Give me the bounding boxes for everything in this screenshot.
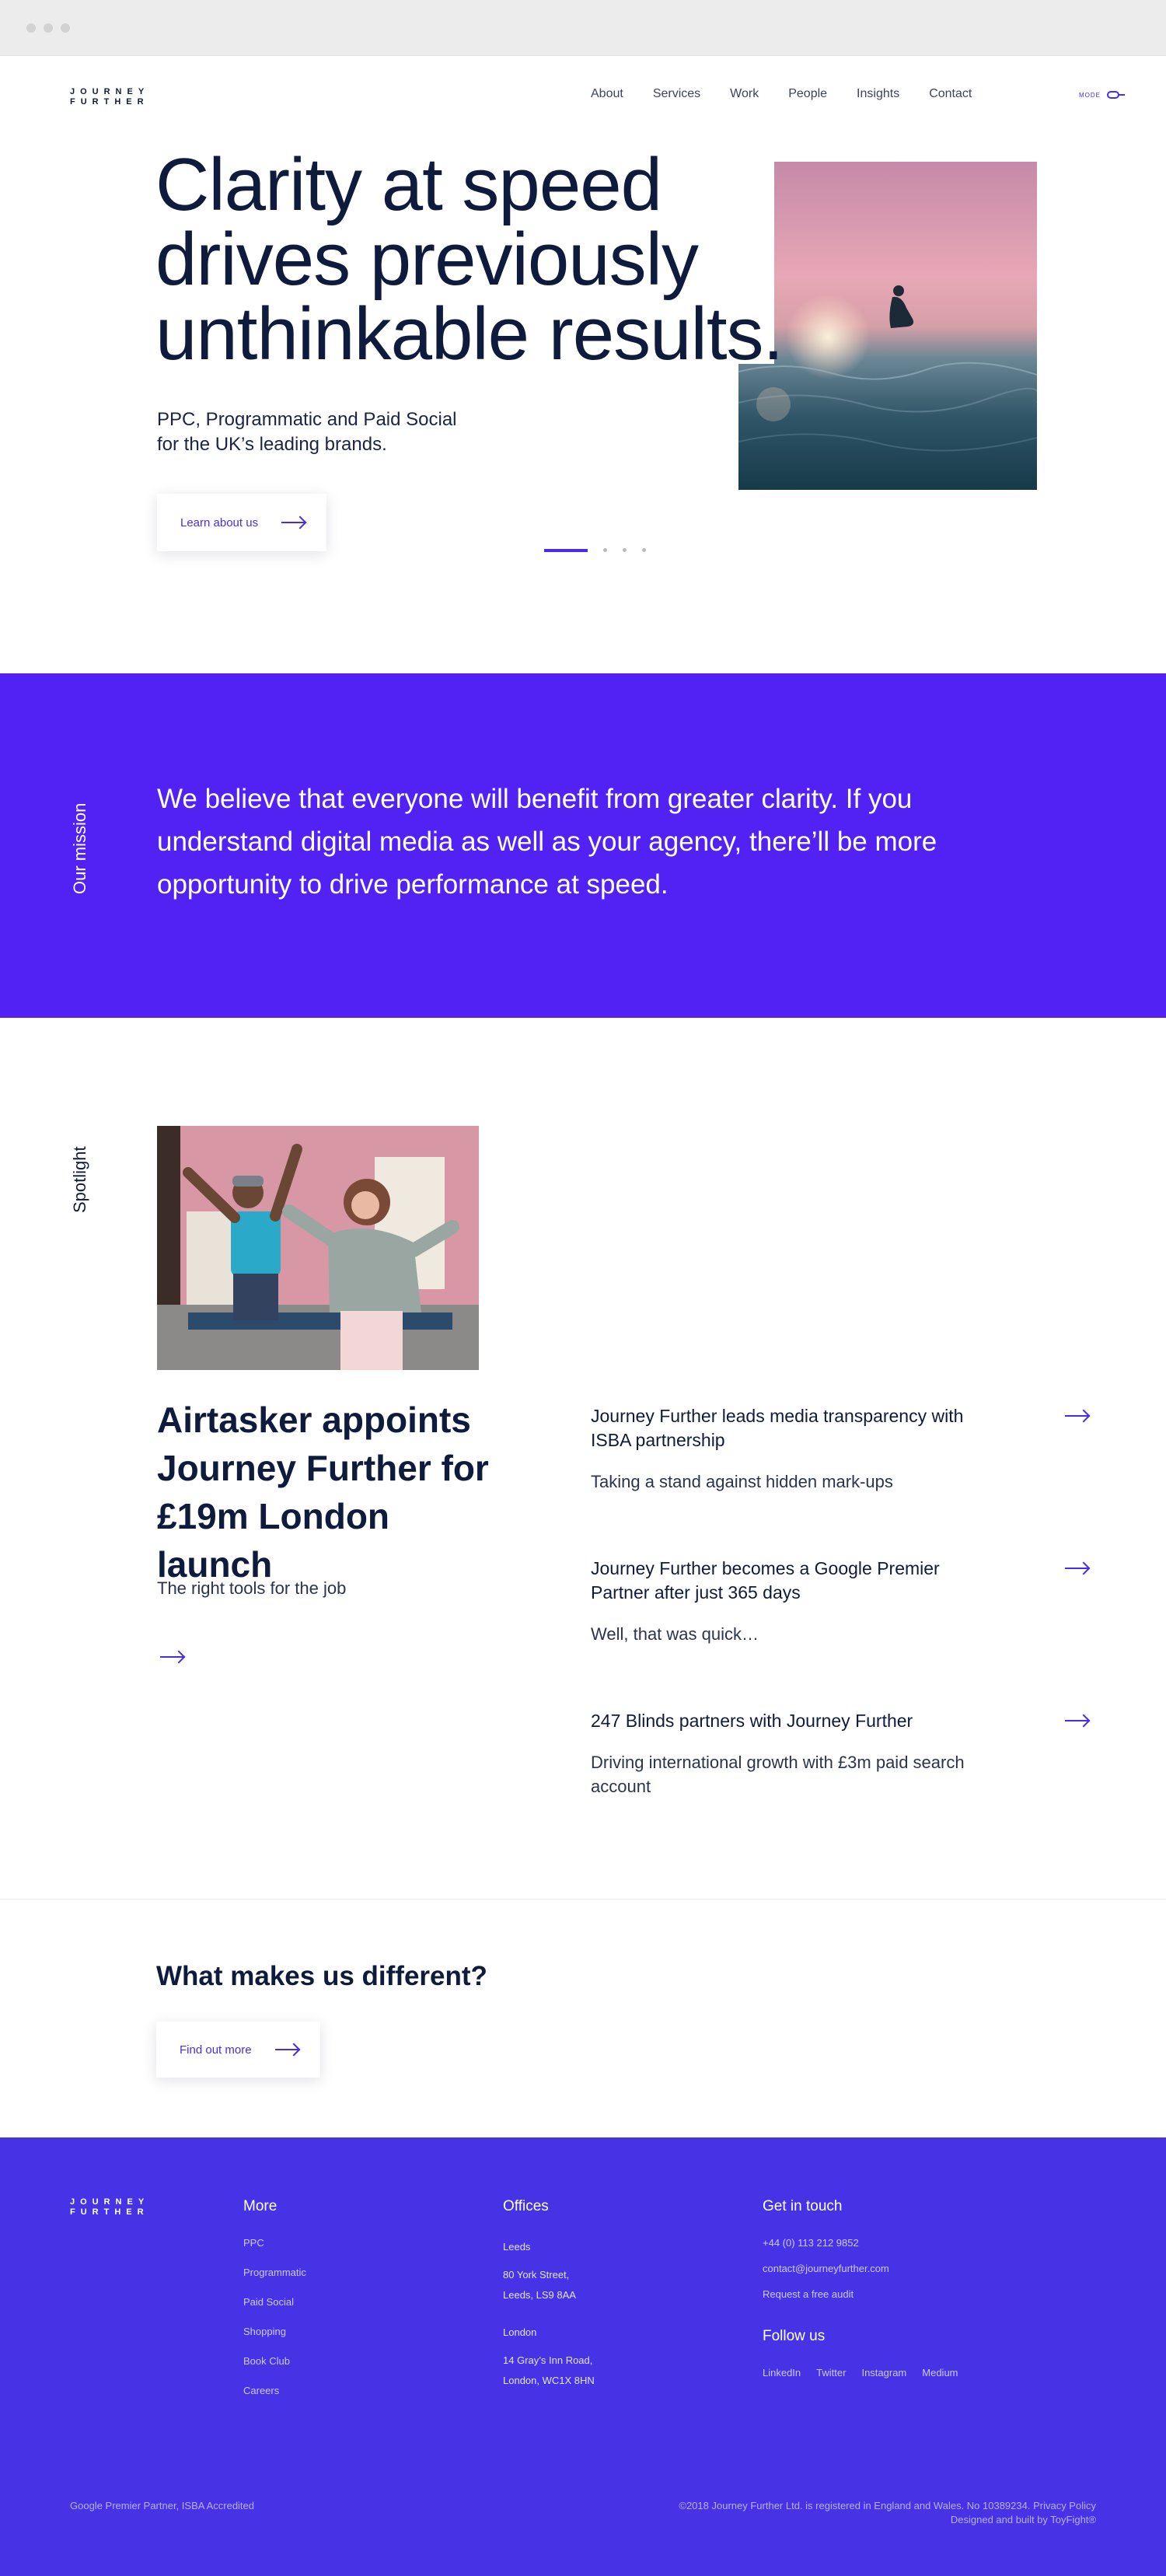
spotlight-featured-title[interactable]: Airtasker appoints Journey Further for £… [157, 1396, 515, 1589]
footer-contact-column: Get in touch +44 (0) 113 212 9852 contac… [763, 2198, 958, 2396]
spotlight-featured-image[interactable] [157, 1126, 479, 1370]
spotlight-label: Spotlight [70, 1146, 89, 1213]
nav-insights[interactable]: Insights [857, 87, 899, 101]
arrow-right-icon[interactable] [1065, 1568, 1088, 1569]
footer-follow-heading: Follow us [763, 2328, 826, 2344]
learn-about-us-label: Learn about us [180, 516, 259, 530]
arrow-right-icon[interactable] [1065, 1720, 1088, 1721]
footer-more-heading: More [243, 2198, 278, 2214]
arrow-right-icon [281, 522, 305, 523]
toggle-icon [1107, 91, 1125, 99]
browser-chrome [0, 0, 1166, 56]
social-links: LinkedIn Twitter Instagram Medium [763, 2367, 958, 2396]
footer-logo-line-2: FURTHER [70, 2207, 149, 2217]
social-linkedin[interactable]: LinkedIn [763, 2367, 801, 2379]
slide-dot-active[interactable] [544, 548, 588, 552]
office-london-line-1: 14 Gray’s Inn Road, [503, 2354, 593, 2366]
office-leeds: Leeds 80 York Street, Leeds, LS9 8AA [503, 2237, 595, 2305]
nav-contact[interactable]: Contact [929, 87, 972, 101]
spotlight-featured-subtitle: The right tools for the job [157, 1578, 347, 1598]
hero-subtitle-line-1: PPC, Programmatic and Paid Social [157, 409, 457, 430]
hero-title: Clarity at speed drives previously unthi… [155, 148, 824, 372]
nav-about[interactable]: About [591, 87, 623, 101]
footer-link-shopping[interactable]: Shopping [243, 2326, 306, 2337]
learn-about-us-button[interactable]: Learn about us [157, 494, 327, 551]
story-item[interactable]: Journey Further leads media transparency… [591, 1404, 1096, 1494]
footer-link-ppc[interactable]: PPC [243, 2237, 306, 2249]
mode-toggle[interactable]: MODE [1079, 91, 1125, 99]
mission-label: Our mission [70, 802, 89, 894]
hero-title-line-2: drives previously [155, 218, 699, 301]
dancing-people-illustration [157, 1126, 479, 1370]
nav-people[interactable]: People [788, 87, 827, 101]
nav-services[interactable]: Services [653, 87, 700, 101]
footer-logo-line-1: JOURNEY [70, 2197, 150, 2207]
office-london-line-2: London, WC1X 8HN [503, 2375, 595, 2386]
hero-title-line-1: Clarity at speed [155, 143, 662, 226]
footer-more-column: More PPC Programmatic Paid Social Shoppi… [243, 2198, 306, 2414]
footer-contact-heading: Get in touch [763, 2198, 843, 2214]
slide-dot[interactable] [642, 548, 646, 552]
logo-line-1: JOURNEY [70, 87, 150, 96]
hero-title-line-3: unthinkable results. [155, 292, 784, 376]
window-minimize-dot[interactable] [44, 23, 53, 33]
mode-label: MODE [1079, 91, 1101, 99]
site-footer: JOURNEY FURTHER More PPC Programmatic Pa… [0, 2137, 1166, 2576]
story-title[interactable]: Journey Further becomes a Google Premier… [591, 1557, 995, 1605]
section-divider [0, 1899, 1166, 1900]
footer-link-paid-social[interactable]: Paid Social [243, 2296, 306, 2308]
footer-offices-column: Offices Leeds 80 York Street, Leeds, LS9… [503, 2198, 595, 2408]
wave-lines [738, 362, 1037, 452]
surfer-silhouette [889, 285, 914, 328]
story-description: Driving international growth with £3m pa… [591, 1753, 965, 1796]
social-instagram[interactable]: Instagram [861, 2367, 906, 2379]
site-logo[interactable]: JOURNEY FURTHER [70, 87, 149, 107]
featured-arrow-right-icon[interactable] [160, 1656, 183, 1658]
office-leeds-line-1: 80 York Street, [503, 2269, 570, 2281]
footer-legal-line-1[interactable]: ©2018 Journey Further Ltd. is registered… [679, 2499, 1096, 2513]
story-description: Well, that was quick… [591, 1624, 759, 1644]
office-london: London 14 Gray’s Inn Road, London, WC1X … [503, 2323, 595, 2391]
nav-work[interactable]: Work [730, 87, 759, 101]
mission-text: We believe that everyone will benefit fr… [157, 784, 937, 900]
logo-line-2: FURTHER [70, 97, 149, 107]
office-leeds-line-2: Leeds, LS9 8AA [503, 2289, 576, 2301]
footer-logo[interactable]: JOURNEY FURTHER [70, 2197, 149, 2218]
story-title[interactable]: 247 Blinds partners with Journey Further [591, 1709, 995, 1733]
arrow-right-icon [274, 2049, 298, 2050]
hero-subtitle-line-2: for the UK’s leading brands. [157, 434, 387, 455]
footer-legal: ©2018 Journey Further Ltd. is registered… [679, 2499, 1096, 2527]
story-item[interactable]: Journey Further becomes a Google Premier… [591, 1557, 1096, 1646]
social-medium[interactable]: Medium [922, 2367, 958, 2379]
footer-legal-line-2[interactable]: Designed and built by ToyFight® [679, 2513, 1096, 2527]
different-title: What makes us different? [156, 1961, 487, 1991]
main-nav: About Services Work People Insights Cont… [567, 87, 1001, 101]
story-description: Taking a stand against hidden mark-ups [591, 1472, 893, 1491]
window-maximize-dot[interactable] [61, 23, 70, 33]
office-leeds-label: Leeds [503, 2241, 531, 2253]
footer-link-programmatic[interactable]: Programmatic [243, 2267, 306, 2278]
slide-dot[interactable] [603, 548, 607, 552]
arrow-right-icon[interactable] [1065, 1415, 1088, 1417]
window-close-dot[interactable] [26, 23, 36, 33]
footer-offices-heading: Offices [503, 2198, 549, 2214]
hero-subtitle: PPC, Programmatic and Paid Social for th… [157, 407, 468, 457]
slide-dot[interactable] [623, 548, 627, 552]
footer-email[interactable]: contact@journeyfurther.com [763, 2263, 958, 2274]
footer-accreditation: Google Premier Partner, ISBA Accredited [70, 2500, 255, 2511]
footer-link-careers[interactable]: Careers [243, 2385, 306, 2396]
office-london-label: London [503, 2326, 537, 2338]
footer-phone[interactable]: +44 (0) 113 212 9852 [763, 2237, 958, 2249]
slide-indicator [544, 548, 646, 552]
story-title[interactable]: Journey Further leads media transparency… [591, 1404, 995, 1452]
story-item[interactable]: 247 Blinds partners with Journey Further… [591, 1709, 1096, 1798]
find-out-more-label: Find out more [180, 2043, 252, 2057]
footer-link-book-club[interactable]: Book Club [243, 2355, 306, 2367]
social-twitter[interactable]: Twitter [816, 2367, 846, 2379]
find-out-more-button[interactable]: Find out more [156, 2022, 320, 2078]
footer-free-audit-link[interactable]: Request a free audit [763, 2288, 958, 2300]
